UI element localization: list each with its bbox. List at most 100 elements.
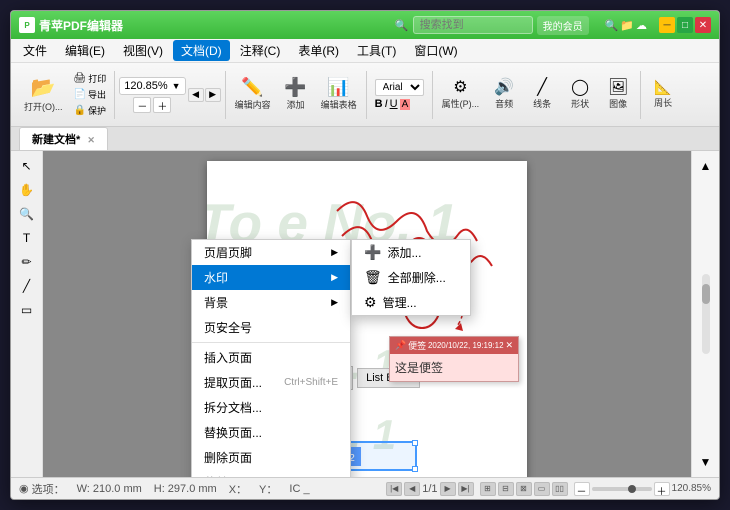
zoom-out-bottom[interactable]: － (574, 482, 590, 496)
zoom-out-button[interactable]: － (133, 97, 151, 113)
dropdown-menu: 页眉页脚 ▶ 水印 ▶ 背景 ▶ 页安全号 插入页面 (191, 239, 351, 477)
underline-btn[interactable]: U (390, 98, 398, 110)
zoom-in-button[interactable]: ＋ (153, 97, 171, 113)
tab-close-btn[interactable]: ✕ (87, 135, 95, 145)
rp-scroll-up[interactable]: ▲ (695, 155, 717, 177)
submenu-delete-all[interactable]: 🗑 全部删除... (352, 265, 470, 290)
manage-submenu-icon: ⚙ (364, 294, 377, 311)
menu-window[interactable]: 窗口(W) (406, 40, 465, 61)
edit-content-label: 编辑内容 (235, 98, 271, 111)
fit-page-btn[interactable]: ⊞ (480, 482, 496, 496)
rp-scroll-down[interactable]: ▼ (695, 451, 717, 473)
sidebar-edit[interactable]: ✏ (14, 251, 40, 273)
sticky-datetime: 2020/10/22, 19:19:12 (428, 341, 504, 350)
prev-page-btn[interactable]: ◀ (404, 482, 420, 496)
sidebar-rect[interactable]: ▭ (14, 299, 40, 321)
menu-view[interactable]: 视图(V) (115, 40, 171, 61)
image-icon: 🖼 (608, 79, 628, 97)
first-page-btn[interactable]: |◀ (386, 482, 402, 496)
arrow-icon-3: ▶ (331, 297, 338, 308)
properties-button[interactable]: ⚙ 属性(P)... (437, 68, 485, 122)
status-bar: ◉ 选项： W: 210.0 mm H: 297.0 mm X： Y： IC _… (11, 477, 719, 499)
menu-crop-page[interactable]: 裁剪页面 (192, 470, 350, 477)
menu-watermark[interactable]: 水印 ▶ (192, 265, 350, 290)
add-button[interactable]: ➕ 添加 (278, 68, 314, 122)
menu-bar: 文件 编辑(E) 视图(V) 文档(D) 注释(C) 表单(R) 工具(T) 窗… (11, 39, 719, 63)
menu-page-security[interactable]: 页安全号 (192, 315, 350, 340)
submenu-add[interactable]: ➕ 添加... (352, 240, 470, 265)
open-button[interactable]: 📂 打开(O)... (19, 68, 68, 122)
image-button[interactable]: 🖼 图像 (600, 68, 636, 122)
sticky-content: 这是便签 (390, 354, 518, 381)
status-x: X： (229, 481, 247, 497)
separator-1 (192, 342, 350, 343)
status-width: W: 210.0 mm (77, 483, 142, 495)
prev-page-button[interactable]: ◀ (188, 88, 204, 102)
doc-area[interactable]: To e No. 1 To e No. 1 To e No. 1 To e No… (43, 151, 691, 477)
sidebar-text[interactable]: T (14, 227, 40, 249)
view-single-btn[interactable]: ▭ (534, 482, 550, 496)
zoom-input[interactable]: 120.85% ▼ (119, 77, 185, 95)
view-double-btn[interactable]: ▯▯ (552, 482, 568, 496)
last-page-btn[interactable]: ▶| (458, 482, 474, 496)
line-button[interactable]: ╱ 线条 (524, 68, 560, 122)
menu-edit[interactable]: 编辑(E) (57, 40, 113, 61)
menu-delete-page[interactable]: 删除页面 (192, 445, 350, 470)
zoom-slider[interactable] (592, 487, 652, 491)
sidebar-line[interactable]: ╱ (14, 275, 40, 297)
properties-icon: ⚙ (453, 79, 467, 97)
sound-button[interactable]: 🔊 音频 (486, 68, 522, 122)
menu-form[interactable]: 表单(R) (290, 40, 347, 61)
doc-tab[interactable]: 新建文档* ✕ (19, 127, 108, 150)
zoom-dropdown-icon[interactable]: ▼ (172, 81, 181, 91)
menu-comment[interactable]: 注释(C) (232, 40, 289, 61)
bold-btn[interactable]: B (375, 98, 383, 110)
search-input[interactable] (413, 16, 533, 34)
search-icon: 🔍 (395, 19, 409, 32)
submenu-manage[interactable]: ⚙ 管理... (352, 290, 470, 315)
sticky-close-btn[interactable]: ✕ (505, 340, 513, 351)
menu-split-doc[interactable]: 拆分文档... (192, 395, 350, 420)
zoom-control: － ＋ 120.85% (574, 482, 711, 496)
arrow-icon-2: ▶ (331, 272, 338, 283)
sidebar-zoom[interactable]: 🔍 (14, 203, 40, 225)
handle-br[interactable] (412, 466, 418, 472)
fit-height-btn[interactable]: ⊠ (516, 482, 532, 496)
measure-button[interactable]: 📐 周长 (645, 68, 681, 122)
font-select[interactable]: Arial (375, 79, 424, 96)
menu-insert-page[interactable]: 插入页面 (192, 345, 350, 370)
toolbar-small-3[interactable]: 🔒保护 (70, 103, 111, 118)
menu-replace-page[interactable]: 替换页面... (192, 420, 350, 445)
color-btn[interactable]: A (400, 99, 411, 110)
menu-extract-page[interactable]: 提取页面... Ctrl+Shift+E (192, 370, 350, 395)
minimize-button[interactable]: ─ (659, 17, 675, 33)
italic-btn[interactable]: I (385, 98, 388, 110)
toolbar-small-2[interactable]: 📄导出 (70, 87, 111, 102)
logo-icon: P (19, 17, 35, 33)
edit-table-button[interactable]: 📊 编辑表格 (316, 68, 362, 122)
shape-button[interactable]: ◯ 形状 (562, 68, 598, 122)
properties-label: 属性(P)... (442, 97, 480, 110)
toolbar: 📂 打开(O)... 🖨打印 📄导出 🔒保护 120.85% ▼ － ＋ (11, 63, 719, 127)
maximize-button[interactable]: □ (677, 17, 693, 33)
toolbar-small-1[interactable]: 🖨打印 (70, 71, 111, 86)
zoom-in-bottom[interactable]: ＋ (654, 482, 670, 496)
menu-file[interactable]: 文件 (15, 40, 55, 61)
edit-content-button[interactable]: ✏️ 编辑内容 (230, 68, 276, 122)
handle-tr[interactable] (412, 440, 418, 446)
menu-background[interactable]: 背景 ▶ (192, 290, 350, 315)
title-bar: P 青苹PDF编辑器 🔍 我的会员 🔍 📁 ☁ ─ □ ✕ (11, 11, 719, 39)
menu-header-footer[interactable]: 页眉页脚 ▶ (192, 240, 350, 265)
sidebar-cursor[interactable]: ↖ (14, 155, 40, 177)
add-icon: ➕ (284, 78, 306, 98)
sidebar-hand[interactable]: ✋ (14, 179, 40, 201)
open-icon: 📂 (31, 77, 56, 99)
fit-width-btn[interactable]: ⊟ (498, 482, 514, 496)
next-page-button[interactable]: ▶ (205, 88, 221, 102)
close-button[interactable]: ✕ (695, 17, 711, 33)
menu-tools[interactable]: 工具(T) (349, 40, 404, 61)
member-btn[interactable]: 我的会员 (537, 16, 589, 35)
next-page-btn-2[interactable]: ▶ (440, 482, 456, 496)
menu-doc[interactable]: 文档(D) (173, 40, 230, 61)
sticky-note: 📌 便签 2020/10/22, 19:19:12 ✕ 这是便签 (389, 336, 519, 382)
